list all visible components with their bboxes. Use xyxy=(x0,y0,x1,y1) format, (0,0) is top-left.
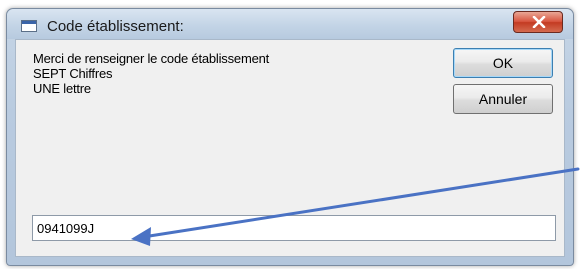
cancel-button[interactable]: Annuler xyxy=(453,84,553,114)
window-app-icon xyxy=(21,20,37,32)
screenshot-stage: Code établissement: Merci de renseigner … xyxy=(0,0,581,269)
dialog-window: Code établissement: Merci de renseigner … xyxy=(6,8,574,266)
code-input[interactable] xyxy=(32,215,556,241)
prompt-line-2: SEPT Chiffres xyxy=(33,66,113,81)
prompt-line-1: Merci de renseigner le code établissemen… xyxy=(33,51,270,66)
dialog-body: Merci de renseigner le code établissemen… xyxy=(15,39,565,257)
close-button[interactable] xyxy=(513,11,563,33)
close-icon xyxy=(532,16,546,28)
title-bar[interactable]: Code établissement: xyxy=(7,9,573,39)
prompt-message: Merci de renseigner le code établissemen… xyxy=(33,51,269,96)
prompt-line-3: UNE lettre xyxy=(33,81,91,96)
ok-button[interactable]: OK xyxy=(453,48,553,78)
window-title: Code établissement: xyxy=(47,18,184,35)
